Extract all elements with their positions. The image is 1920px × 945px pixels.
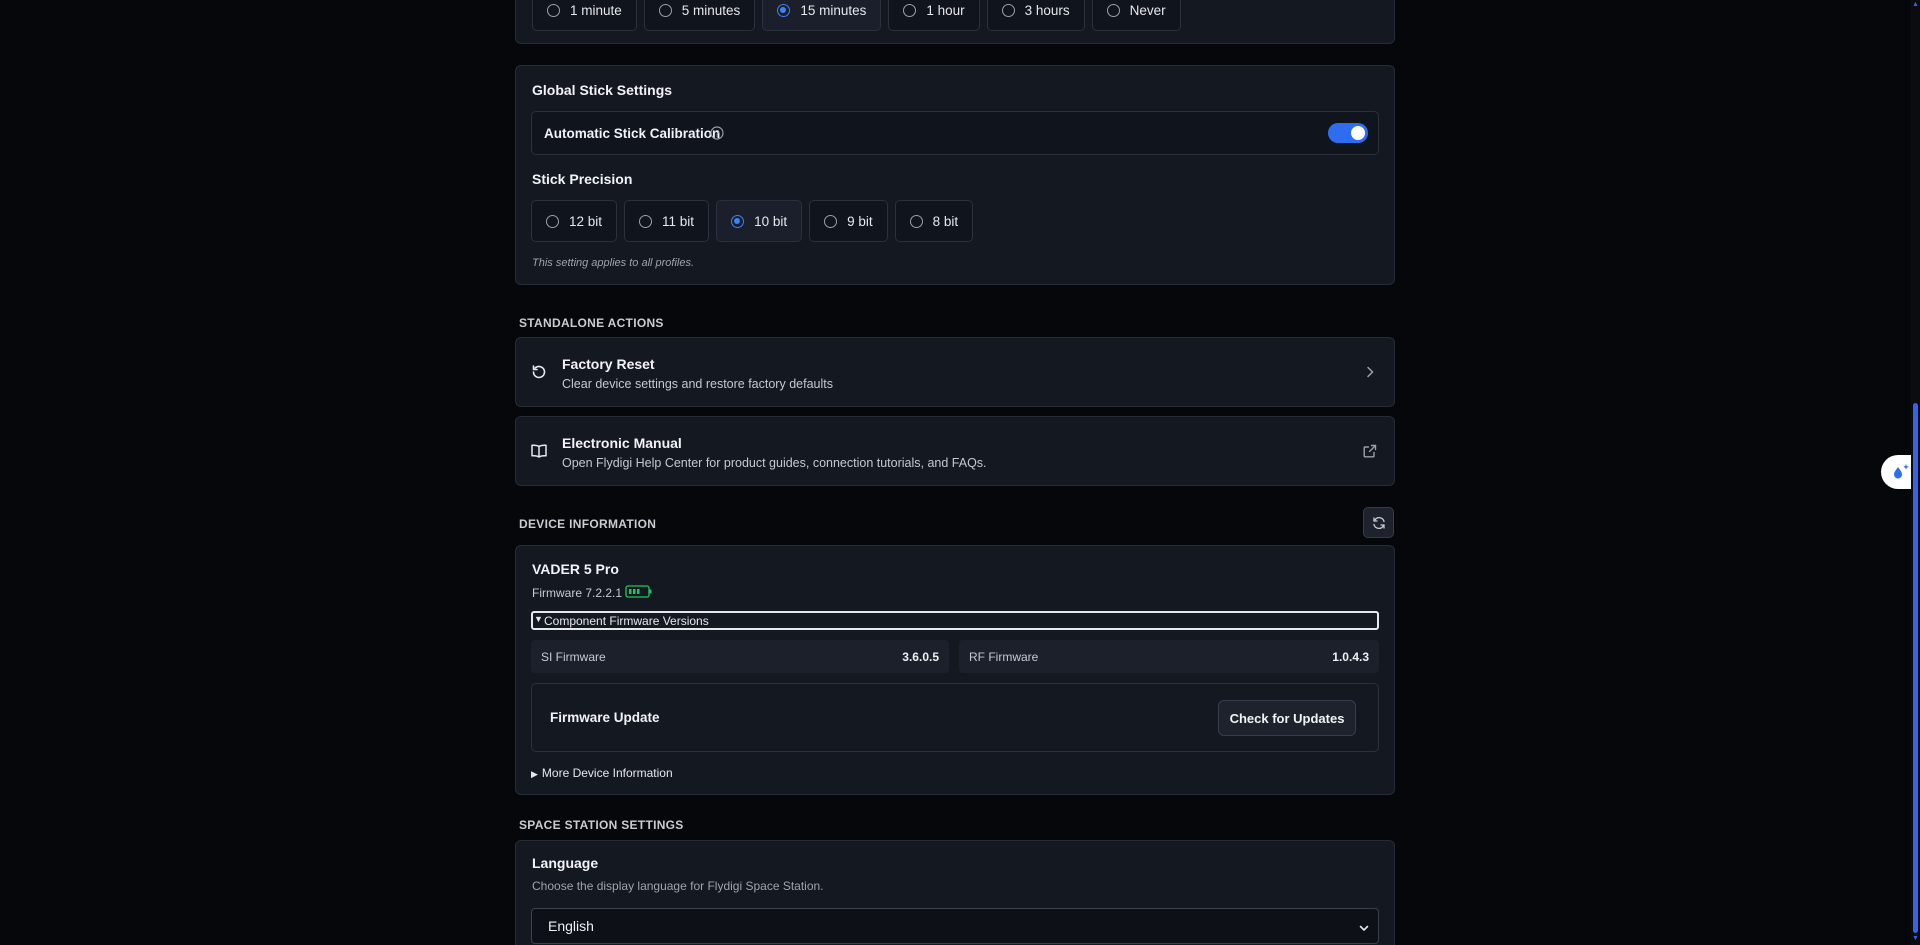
auto-calibration-toggle[interactable]	[1328, 123, 1368, 143]
more-device-info-label: More Device Information	[541, 766, 673, 780]
precision-option[interactable]: 12 bit	[531, 200, 618, 242]
component-firmware-toggle[interactable]: ▼ Component Firmware Versions	[531, 611, 1379, 630]
timeout-option[interactable]: 1 minute	[532, 0, 637, 31]
timeout-option-label: Never	[1129, 2, 1166, 18]
radio-circle-icon	[909, 214, 923, 228]
firmware-update-title: Firmware Update	[550, 710, 660, 725]
radio-circle-icon	[903, 3, 917, 17]
factory-reset-row[interactable]: Factory Reset Clear device settings and …	[515, 337, 1395, 407]
timeout-option[interactable]: 5 minutes	[643, 0, 756, 31]
si-firmware-box: SI Firmware 3.6.0.5	[531, 640, 949, 673]
triangle-down-icon: ▼	[534, 614, 543, 624]
firmware-version: Firmware 7.2.2.1	[532, 586, 623, 600]
book-icon	[530, 442, 548, 460]
language-card: Language Choose the display language for…	[515, 840, 1395, 945]
electronic-manual-title: Electronic Manual	[562, 435, 682, 451]
device-information-header: DEVICE INFORMATION	[519, 517, 657, 531]
scrollbar[interactable]: ▲ ▼	[1911, 0, 1920, 945]
firmware-update-box: Firmware Update Check for Updates	[531, 683, 1379, 752]
check-for-updates-button[interactable]: Check for Updates	[1218, 700, 1356, 736]
space-station-header: SPACE STATION SETTINGS	[519, 818, 684, 832]
electronic-manual-row[interactable]: Electronic Manual Open Flydigi Help Cent…	[515, 416, 1395, 486]
timeout-option[interactable]: 3 hours	[986, 0, 1085, 31]
triangle-right-icon: ▶	[531, 769, 538, 779]
timeout-option-label: 3 hours	[1024, 2, 1070, 18]
standalone-actions-header: STANDALONE ACTIONS	[519, 316, 664, 330]
component-firmware-label: Component Firmware Versions	[544, 614, 709, 628]
precision-option[interactable]: 9 bit	[809, 200, 888, 242]
timeout-option[interactable]: 15 minutes	[762, 0, 882, 31]
radio-circle-icon	[639, 214, 653, 228]
precision-option-label: 9 bit	[847, 213, 873, 229]
help-icon[interactable]: ?	[710, 126, 724, 140]
si-firmware-label: SI Firmware	[541, 650, 606, 664]
precision-option[interactable]: 8 bit	[894, 200, 974, 242]
more-device-info-toggle[interactable]: ▶ More Device Information	[531, 766, 673, 780]
refresh-button[interactable]	[1363, 507, 1394, 538]
precision-note: This setting applies to all profiles.	[532, 257, 695, 269]
stick-precision-options: 12 bit 11 bit 10 bit 9 bit 8 bit	[531, 200, 974, 242]
settings-page: 1 minute 5 minutes 15 minutes 1 hour 3 hours…	[0, 0, 1920, 945]
timeout-option-label: 1 minute	[570, 2, 622, 18]
precision-option[interactable]: 10 bit	[716, 200, 803, 242]
language-select[interactable]: English	[531, 908, 1379, 944]
radio-circle-icon	[547, 3, 560, 17]
timeout-option[interactable]: 1 hour	[888, 0, 980, 31]
precision-option-label: 10 bit	[754, 213, 788, 229]
auto-calibration-row: Automatic Stick Calibration ?	[531, 111, 1379, 155]
language-select-value: English	[548, 918, 594, 934]
refresh-icon	[1372, 516, 1385, 529]
rf-firmware-label: RF Firmware	[969, 650, 1039, 664]
chevron-right-icon	[1362, 364, 1378, 380]
factory-reset-title: Factory Reset	[562, 356, 655, 372]
device-name: VADER 5 Pro	[532, 561, 619, 577]
timeout-option-label: 5 minutes	[681, 2, 741, 18]
timeout-options: 1 minute 5 minutes 15 minutes 1 hour 3 hours…	[532, 0, 1181, 31]
svg-text:?: ?	[714, 129, 719, 139]
scrollbar-thumb[interactable]	[1913, 403, 1918, 933]
si-firmware-value: 3.6.0.5	[902, 650, 939, 664]
precision-option[interactable]: 11 bit	[624, 200, 710, 242]
droplet-sparkle-icon	[1893, 464, 1909, 479]
scroll-up-arrow-icon[interactable]: ▲	[1912, 1, 1919, 8]
radio-circle-icon	[731, 214, 745, 228]
stick-precision-title: Stick Precision	[532, 171, 633, 187]
precision-option-label: 11 bit	[662, 213, 695, 229]
battery-icon	[625, 584, 653, 598]
radio-circle-icon	[1106, 3, 1120, 17]
radio-circle-icon	[1001, 3, 1015, 17]
language-title: Language	[532, 855, 599, 871]
settings-column: 1 minute 5 minutes 15 minutes 1 hour 3 hours…	[515, 0, 1395, 945]
external-link-icon	[1362, 443, 1378, 459]
electronic-manual-subtitle: Open Flydigi Help Center for product gui…	[562, 456, 987, 470]
chevron-down-icon	[1358, 921, 1370, 933]
timeout-option-label: 15 minutes	[800, 2, 867, 18]
reset-icon	[530, 363, 548, 381]
radio-circle-icon	[824, 214, 838, 228]
precision-option-label: 12 bit	[569, 213, 603, 229]
radio-circle-icon	[777, 3, 791, 17]
device-info-card: VADER 5 Pro Firmware 7.2.2.1 ▼ Component…	[515, 545, 1395, 795]
scroll-down-arrow-icon[interactable]: ▼	[1912, 935, 1919, 942]
timeout-card: 1 minute 5 minutes 15 minutes 1 hour 3 hours…	[515, 0, 1395, 44]
precision-option-label: 8 bit	[932, 213, 959, 229]
global-stick-title: Global Stick Settings	[532, 82, 673, 98]
rf-firmware-value: 1.0.4.3	[1332, 650, 1369, 664]
timeout-option[interactable]: Never	[1091, 0, 1181, 31]
radio-circle-icon	[658, 3, 672, 17]
rf-firmware-box: RF Firmware 1.0.4.3	[959, 640, 1379, 673]
radio-circle-icon	[546, 214, 559, 228]
global-stick-card: Global Stick Settings Automatic Stick Ca…	[515, 65, 1395, 285]
factory-reset-subtitle: Clear device settings and restore factor…	[562, 377, 833, 391]
auto-calibration-label: Automatic Stick Calibration	[544, 126, 721, 141]
language-description: Choose the display language for Flydigi …	[532, 879, 824, 893]
timeout-option-label: 1 hour	[926, 2, 965, 18]
